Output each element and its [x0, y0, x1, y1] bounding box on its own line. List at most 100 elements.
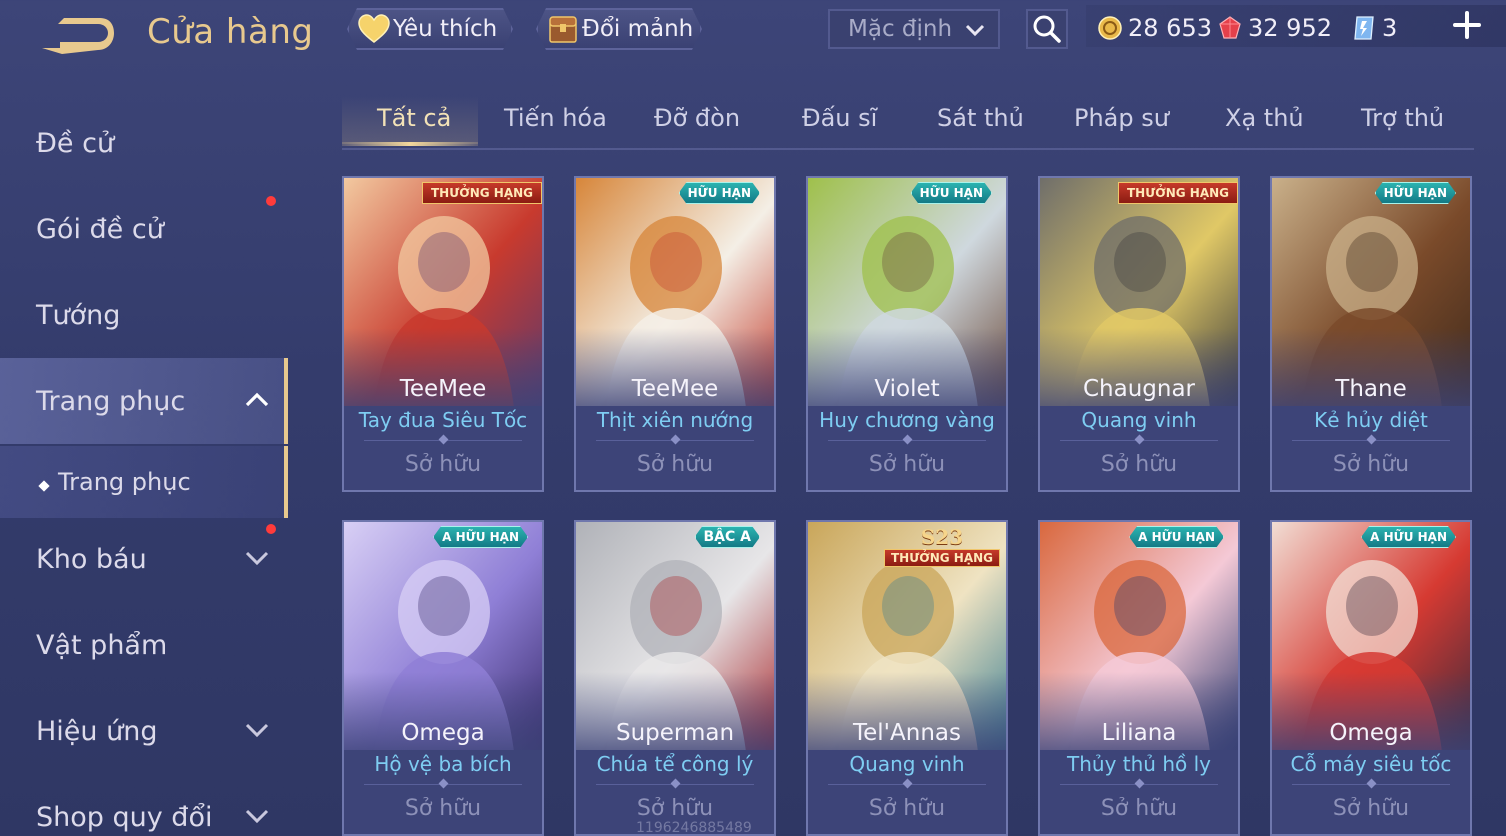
back-arrow-icon: [42, 18, 114, 54]
gem-amount: 3: [1382, 14, 1398, 42]
sidebar: Đề cử Gói đề cử Tướng Trang phục Trang p…: [0, 100, 290, 836]
sidebar-item-heroes[interactable]: Tướng: [0, 272, 288, 358]
season-label: S23: [920, 525, 964, 549]
skin-tier-badge: THƯỞNG HẠNG: [1117, 182, 1238, 204]
exchange-label: Đổi mảnh: [582, 16, 694, 42]
gold-amount: 28 653: [1128, 14, 1212, 42]
notification-dot: [266, 196, 276, 206]
skin-card[interactable]: A HỮU HẠN Liliana Thủy thủ hồ ly Sở hữu: [1038, 520, 1240, 836]
exchange-fragments-button[interactable]: Đổi mảnh: [536, 8, 702, 50]
skin-tier-badge: S23 THƯỞNG HẠNG: [883, 525, 1000, 567]
skin-name: Quang vinh: [1081, 408, 1197, 432]
gold-currency: 28 653: [1098, 14, 1212, 42]
tab-marksman[interactable]: Xạ thủ: [1225, 104, 1304, 132]
skin-name: Thịt xiên nướng: [596, 408, 754, 432]
sidebar-item-treasure[interactable]: Kho báu: [0, 516, 288, 602]
artwork-fade: [344, 328, 542, 418]
ownership-status: Sở hữu: [1100, 452, 1178, 477]
skin-name: Hộ vệ ba bích: [374, 752, 512, 776]
page-title: Cửa hàng: [147, 12, 314, 52]
chest-icon: [546, 12, 580, 46]
search-button[interactable]: [1026, 9, 1068, 49]
artwork-fade: [344, 672, 542, 762]
sidebar-item-label: Kho báu: [36, 543, 147, 575]
ownership-status: Sở hữu: [636, 796, 714, 821]
tab-mage[interactable]: Pháp sư: [1074, 104, 1169, 132]
sidebar-item-label: Hiệu ứng: [36, 715, 158, 747]
skin-tier-badge: HỮU HẠN: [679, 182, 760, 204]
skin-card[interactable]: HỮU HẠN Thane Kẻ hủy diệt Sở hữu: [1270, 176, 1472, 492]
hero-name: TeeMee: [631, 376, 719, 402]
sidebar-item-exchange-shop[interactable]: Shop quy đổi: [0, 774, 288, 836]
artwork-fade: [1040, 328, 1238, 418]
hero-name: TeeMee: [399, 376, 487, 402]
chevron-down-icon: [244, 548, 270, 572]
plus-icon: [1453, 11, 1481, 39]
sidebar-item-items[interactable]: Vật phẩm: [0, 602, 288, 688]
active-tab-underline: [342, 142, 478, 146]
ownership-status: Sở hữu: [1332, 452, 1410, 477]
chevron-down-icon: [244, 806, 270, 830]
skin-tier-badge: A HỮU HẠN: [1129, 526, 1224, 548]
skin-name: Huy chương vàng: [819, 408, 995, 432]
favorites-button[interactable]: Yêu thích: [347, 8, 513, 50]
sidebar-item-bundles[interactable]: Gói đề cử: [0, 186, 288, 272]
sort-selected-value: Mặc định: [848, 16, 953, 42]
artwork-fade: [1272, 328, 1470, 418]
skin-tier-badge: THƯỞNG HẠNG: [421, 182, 542, 204]
hero-name: Superman: [615, 720, 735, 746]
sidebar-subitem-skins[interactable]: Trang phục: [0, 446, 288, 518]
heart-icon: [357, 12, 391, 46]
skin-card[interactable]: THƯỞNG HẠNG Chaugnar Quang vinh Sở hữu: [1038, 176, 1240, 492]
tab-evolution[interactable]: Tiến hóa: [504, 104, 607, 132]
skin-tier-badge: HỮU HẠN: [911, 182, 992, 204]
category-tabs: Tất cả Tiến hóa Đỡ đòn Đấu sĩ Sát thủ Ph…: [342, 96, 1474, 150]
artwork-fade: [576, 328, 774, 418]
sort-dropdown[interactable]: Mặc định: [828, 9, 1000, 49]
chevron-down-icon: [244, 720, 270, 744]
skin-name: Tay đua Siêu Tốc: [358, 408, 528, 432]
tab-assassin[interactable]: Sát thủ: [937, 104, 1024, 132]
skin-name: Quang vinh: [849, 752, 965, 776]
gem-currency: 3: [1352, 14, 1397, 42]
artwork-fade: [808, 328, 1006, 418]
skin-card[interactable]: THƯỞNG HẠNG TeeMee Tay đua Siêu Tốc Sở hữu: [342, 176, 544, 492]
hero-name: Liliana: [1101, 720, 1177, 746]
skin-card[interactable]: HỮU HẠN TeeMee Thịt xiên nướng Sở hữu: [574, 176, 776, 492]
add-currency-button[interactable]: [1452, 10, 1482, 40]
sidebar-item-label: Trang phục: [58, 468, 191, 496]
search-icon: [1033, 15, 1061, 43]
chevron-up-icon: [244, 390, 270, 414]
skin-card[interactable]: A HỮU HẠN Omega Hộ vệ ba bích Sở hữu: [342, 520, 544, 836]
skin-card[interactable]: BẬC A Superman Chúa tể công lý Sở hữu: [574, 520, 776, 836]
notification-dot: [266, 524, 276, 534]
skin-tier-badge: BẬC A: [695, 526, 761, 548]
skin-card[interactable]: A HỮU HẠN Omega Cỗ máy siêu tốc Sở hữu: [1270, 520, 1472, 836]
ownership-status: Sở hữu: [1332, 796, 1410, 821]
skin-card[interactable]: S23 THƯỞNG HẠNG Tel'Annas Quang vinh Sở hữu: [806, 520, 1008, 836]
sidebar-item-recommended[interactable]: Đề cử: [0, 100, 288, 186]
diamond-bullet-icon: [38, 480, 50, 492]
skin-card[interactable]: HỮU HẠN Violet Huy chương vàng Sở hữu: [806, 176, 1008, 492]
skin-name: Kẻ hủy diệt: [1314, 408, 1428, 432]
hero-name: Omega: [1329, 720, 1413, 746]
sidebar-item-label: Vật phẩm: [36, 629, 168, 661]
ruby-icon: [1219, 16, 1241, 39]
gold-coin-icon: [1098, 16, 1122, 40]
hero-name: Omega: [401, 720, 485, 746]
artwork-fade: [1040, 672, 1238, 762]
hero-name: Chaugnar: [1082, 376, 1196, 402]
artwork-fade: [576, 672, 774, 762]
tab-all[interactable]: Tất cả: [377, 104, 451, 132]
tab-tank[interactable]: Đỡ đòn: [654, 104, 740, 132]
watermark: 1196246885489: [636, 820, 752, 836]
crystal-voucher-icon: [1354, 16, 1374, 40]
hero-name: Thane: [1335, 376, 1407, 402]
tab-support[interactable]: Trợ thủ: [1361, 104, 1444, 132]
sidebar-item-label: Trang phục: [36, 385, 186, 417]
sidebar-item-effects[interactable]: Hiệu ứng: [0, 688, 288, 774]
back-button[interactable]: [38, 14, 114, 56]
ownership-status: Sở hữu: [636, 452, 714, 477]
tab-fighter[interactable]: Đấu sĩ: [802, 104, 877, 132]
sidebar-item-skins[interactable]: Trang phục: [0, 358, 288, 444]
